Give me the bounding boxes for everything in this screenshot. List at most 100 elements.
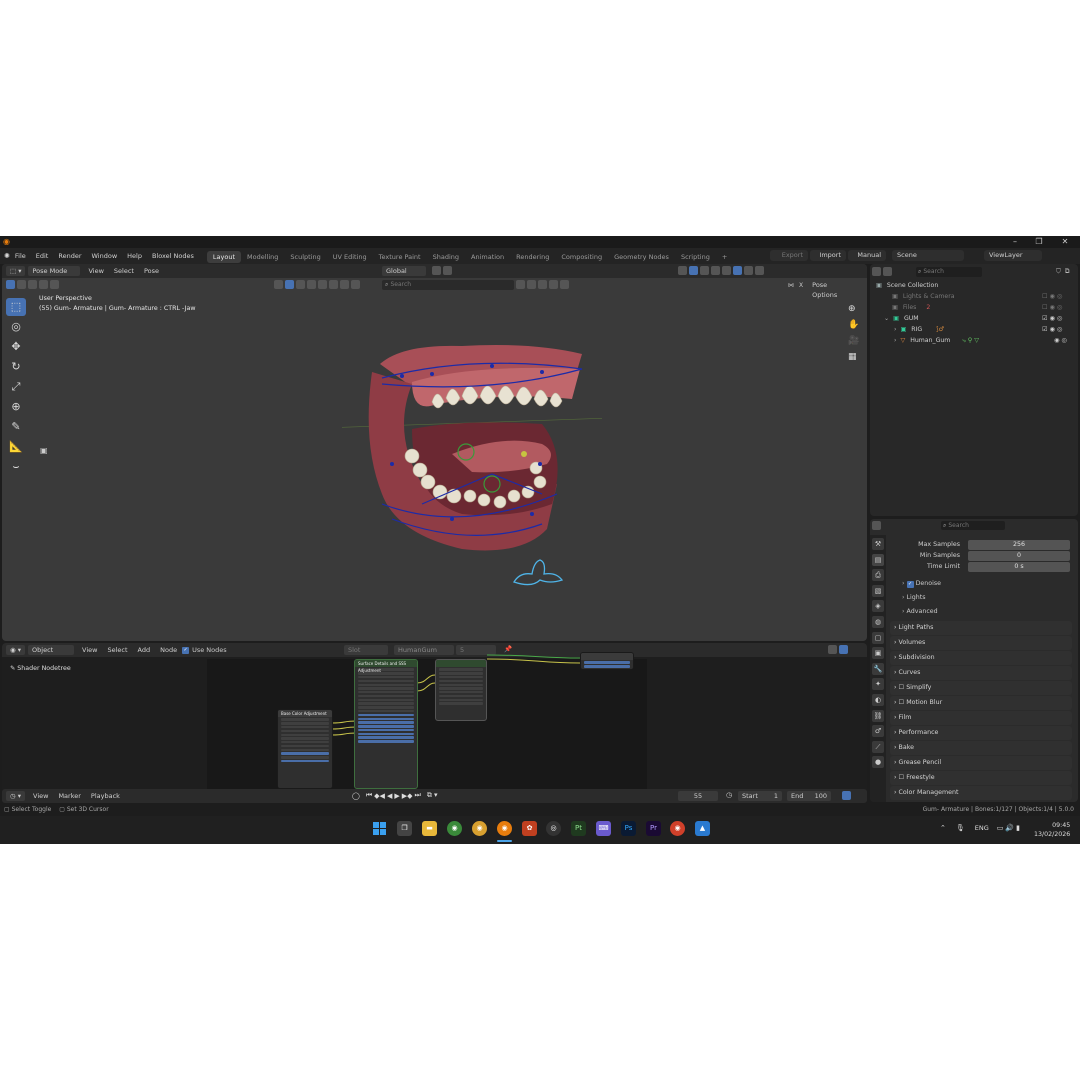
collection-tab-icon[interactable]: ▢ <box>872 631 884 644</box>
menu-help[interactable]: Help <box>122 248 147 264</box>
panel-volumes[interactable]: › Volumes <box>890 636 1072 650</box>
next-keyframe-icon[interactable]: ▶◆ <box>402 792 413 800</box>
davinci-resolve-icon[interactable]: ✿ <box>522 821 537 836</box>
select-extend-icon[interactable] <box>17 280 26 289</box>
obs-icon[interactable]: ◎ <box>546 821 561 836</box>
volume-icon[interactable]: 🔊 <box>1005 824 1014 832</box>
maximize-icon[interactable]: ❐ <box>1030 237 1048 247</box>
modifier-tab-icon[interactable]: 🔧 <box>872 662 884 675</box>
funnel-icon[interactable] <box>549 280 558 289</box>
sync-icon[interactable] <box>560 280 569 289</box>
camera-view-icon[interactable]: 🎥 <box>848 336 862 346</box>
row-toggles[interactable]: ☐ ◉ ◎ <box>1042 291 1062 302</box>
data-tab-icon[interactable]: ♂ <box>872 725 884 738</box>
time-limit-field[interactable]: Time Limit 0 s <box>890 562 1072 572</box>
clock-icon[interactable]: ◷ <box>726 791 732 799</box>
cursor-tool-icon[interactable]: ◎ <box>6 318 26 336</box>
manual-button[interactable]: Manual <box>848 250 886 261</box>
import-button[interactable]: Import <box>810 250 846 261</box>
properties-search-input[interactable]: ⌕ Search <box>941 520 1005 530</box>
microphone-icon[interactable]: 🎙 <box>956 824 965 832</box>
monitor-icon[interactable]: ▭ <box>997 824 1004 832</box>
panel-simplify[interactable]: › ☐ Simplify <box>890 681 1072 695</box>
surface-details-sss-node[interactable]: Surface Details and SSS Adjustment <box>354 659 418 789</box>
editor-type-icon[interactable]: ⬚ ▾ <box>6 266 26 276</box>
filter-empty-icon[interactable] <box>340 280 349 289</box>
panel-bake[interactable]: › Bake <box>890 741 1072 755</box>
substance-painter-icon[interactable]: Pt <box>571 821 586 836</box>
timeline-menu-marker[interactable]: Marker <box>53 789 85 803</box>
panel-subdivision[interactable]: › Subdivision <box>890 651 1072 665</box>
chevron-right-icon[interactable]: › <box>902 608 905 615</box>
filter-mesh-icon[interactable] <box>296 280 305 289</box>
tab-uv-editing[interactable]: UV Editing <box>327 251 373 263</box>
screen-recorder-icon[interactable]: ◉ <box>670 821 685 836</box>
outliner-row[interactable]: ▣ Scene Collection <box>870 280 1078 291</box>
annotate-tool-icon[interactable]: ✎ <box>6 418 26 436</box>
menu-bloxel-nodes[interactable]: Bloxel Nodes <box>147 248 199 264</box>
panel-motion-blur[interactable]: › ☐ Motion Blur <box>890 696 1072 710</box>
pan-hand-icon[interactable]: ✋ <box>848 320 862 330</box>
viewport-search-input[interactable]: ⌕ Search <box>382 280 514 290</box>
tab-compositing[interactable]: Compositing <box>555 251 608 263</box>
current-frame-field[interactable]: 55 <box>678 791 718 801</box>
vs-code-icon[interactable]: ⌨ <box>596 821 611 836</box>
mode-selector[interactable]: Pose Mode <box>28 266 81 276</box>
row-toggles[interactable]: ◉ ◎ <box>1054 335 1067 346</box>
move-tool-icon[interactable]: ✥ <box>6 338 26 356</box>
windows-start-icon[interactable] <box>372 821 387 836</box>
photoshop-icon[interactable]: Ps <box>621 821 636 836</box>
chrome-icon[interactable]: ◉ <box>447 821 462 836</box>
outliner-row[interactable]: ▣ Files 2 ☐ ◉ ◎ <box>870 302 1078 313</box>
select-new-icon[interactable] <box>6 280 15 289</box>
row-toggles[interactable]: ☑ ◉ ◎ <box>1042 324 1062 335</box>
tab-layout[interactable]: Layout <box>206 251 241 263</box>
tab-geometry-nodes[interactable]: Geometry Nodes <box>608 251 675 263</box>
tab-sculpting[interactable]: Sculpting <box>284 251 326 263</box>
timeline-menu-view[interactable]: View <box>28 789 53 803</box>
principled-bsdf-node[interactable] <box>435 659 487 721</box>
chevron-right-icon[interactable]: › <box>902 594 905 601</box>
tab-texture-paint[interactable]: Texture Paint <box>373 251 427 263</box>
outliner-row[interactable]: ⌄ ▣ GUM ☑ ◉ ◎ <box>870 313 1078 324</box>
sync-options-icon[interactable] <box>842 791 853 802</box>
outliner-row[interactable]: › ▽ Human_Gum ⤷ ⚲ ▽ ◉ ◎ <box>870 335 1078 346</box>
zoom-icon[interactable]: ⊕ <box>848 304 862 314</box>
start-frame-field[interactable]: Start 1 <box>738 791 782 801</box>
timeline-editor-icon[interactable]: ◷ ▾ <box>6 791 26 801</box>
bookmark-icon[interactable] <box>527 280 536 289</box>
new-collection-icon[interactable]: ⧉ <box>1065 267 1070 276</box>
rotate-tool-icon[interactable]: ↻ <box>6 358 26 376</box>
blender-icon[interactable]: ◉ <box>497 821 512 836</box>
panel-film[interactable]: › Film <box>890 711 1072 725</box>
display-mode-icon[interactable] <box>883 267 892 276</box>
material-tab-icon[interactable]: ● <box>872 756 884 769</box>
scene-selector[interactable]: Scene <box>892 250 964 261</box>
denoise-subpanel[interactable]: › ✓ Denoise <box>902 580 941 588</box>
scene-tab-icon[interactable]: ◈ <box>872 600 884 613</box>
material-shading-icon[interactable] <box>744 266 753 275</box>
world-tab-icon[interactable]: ◍ <box>872 615 884 628</box>
transform-tool-icon[interactable]: ⊕ <box>6 398 26 416</box>
field-value[interactable]: 0 s <box>968 562 1070 572</box>
viewport-menu-select[interactable]: Select <box>109 264 139 278</box>
chevron-right-icon[interactable]: › <box>870 337 896 344</box>
visibility-icon[interactable] <box>678 266 687 275</box>
tab-shading[interactable]: Shading <box>427 251 465 263</box>
panel-grease-pencil[interactable]: › Grease Pencil <box>890 756 1072 770</box>
task-view-icon[interactable]: ❐ <box>397 821 412 836</box>
tab-scripting[interactable]: Scripting <box>675 251 716 263</box>
chevron-right-icon[interactable]: › <box>870 326 896 333</box>
sort-icon[interactable] <box>538 280 547 289</box>
xray-icon[interactable] <box>711 266 720 275</box>
solid-shading-icon[interactable] <box>733 266 742 275</box>
3d-viewport[interactable]: ⬚ ▾ Pose Mode View Select Pose Global ⌕ … <box>2 264 867 641</box>
menu-file[interactable]: File <box>10 248 31 264</box>
overlay-icon[interactable] <box>700 266 709 275</box>
row-toggles[interactable]: ☑ ◉ ◎ <box>1042 313 1062 324</box>
outliner-row[interactable]: › ▣ RIG ⟆♂ ☑ ◉ ◎ <box>870 324 1078 335</box>
select-invert-icon[interactable] <box>39 280 48 289</box>
jump-start-icon[interactable]: ⏮ <box>366 791 372 800</box>
keying-icon[interactable]: ⧉ ▾ <box>427 791 438 800</box>
sidebar-toggle-icon[interactable]: ▣ <box>40 446 48 455</box>
